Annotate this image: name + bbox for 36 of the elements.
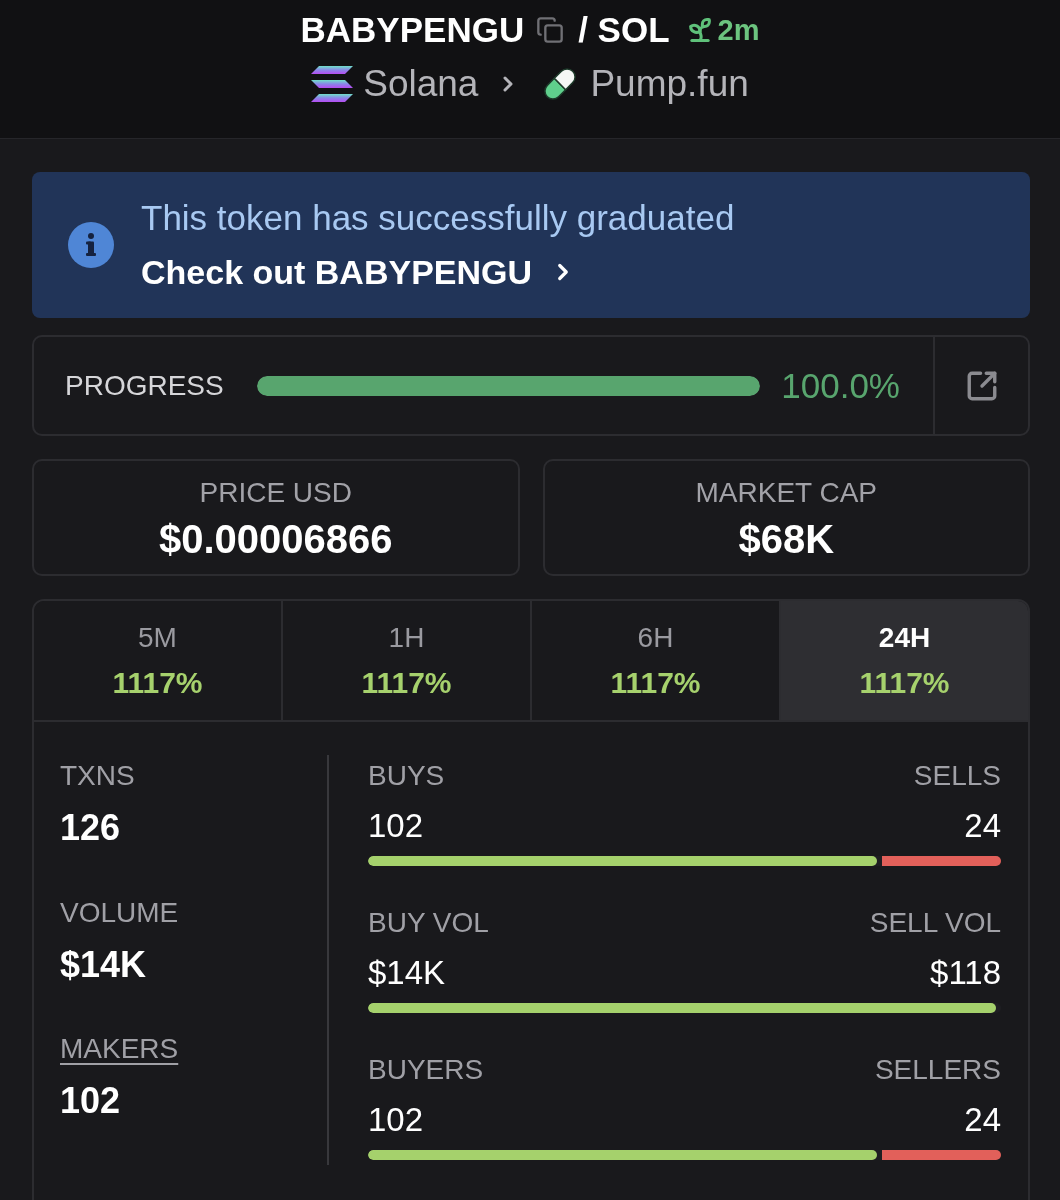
stat-label: SELL VOL — [869, 906, 1001, 940]
price-label: PRICE USD — [199, 475, 352, 510]
price-label: MARKET CAP — [695, 475, 877, 510]
chain-link[interactable]: Solana — [363, 63, 479, 105]
platform-link[interactable]: Pump.fun — [590, 63, 749, 105]
timeframe-tab[interactable]: 24H 1117% — [781, 601, 1028, 720]
timeframe-tab[interactable]: 5M 1117% — [34, 601, 283, 720]
stat-value: 102 — [60, 1081, 121, 1122]
stat-value: 102 — [368, 1102, 424, 1138]
progress-reading: 100.0% — [781, 365, 900, 406]
stat-value: 126 — [60, 808, 121, 848]
progress-label: PROGRESS — [65, 369, 224, 402]
stat-value: $14K — [60, 944, 147, 985]
price-value: $0.00006866 — [158, 517, 393, 560]
stat-label: BUYERS — [368, 1053, 484, 1087]
stat-label: VOLUME — [60, 895, 179, 930]
stat-label: BUYS — [368, 759, 445, 793]
solana-logo-icon — [311, 66, 354, 102]
token-symbol: BABYPENGU — [300, 10, 525, 50]
stat-value: $118 — [930, 955, 1001, 991]
stat-value: 102 — [368, 808, 424, 844]
stat-label: BUY VOL — [368, 906, 489, 940]
price-value: $68K — [738, 517, 835, 560]
quote-symbol: / SOL — [578, 10, 670, 50]
stat-value: 24 — [964, 808, 1001, 844]
stat-value: $14K — [368, 955, 446, 991]
stat-label: SELLERS — [874, 1053, 1001, 1087]
check-out-link[interactable]: Check out BABYPENGU — [141, 253, 577, 291]
pair-age: 2m — [717, 13, 760, 47]
banner-message: This token has successfully graduated — [141, 199, 735, 237]
stat-label: TXNS — [60, 759, 135, 793]
stat-value: 24 — [964, 1102, 1001, 1138]
info-icon — [68, 222, 114, 268]
stat-label: SELLS — [913, 759, 1001, 793]
stat-label: MAKERS — [60, 1032, 179, 1067]
copy-icon[interactable] — [536, 16, 565, 44]
